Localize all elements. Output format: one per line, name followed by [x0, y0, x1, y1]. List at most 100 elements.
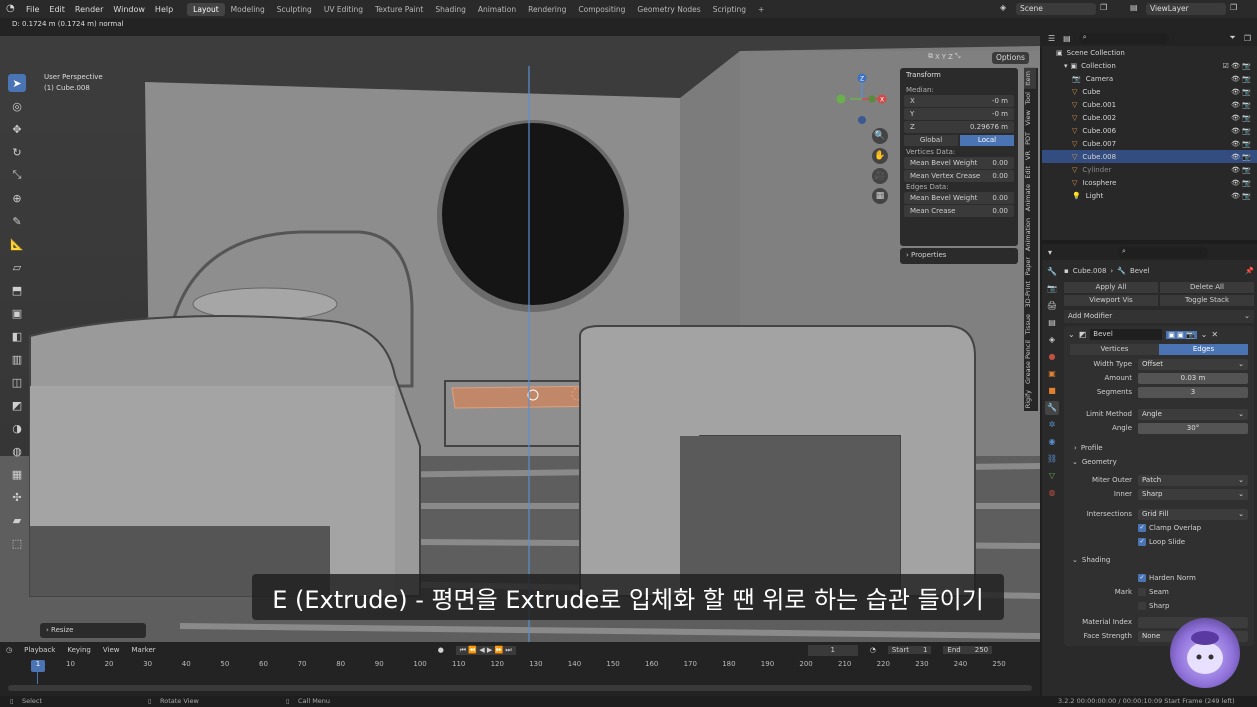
- add-cube-tool-icon[interactable]: ▱: [8, 258, 26, 276]
- outliner-item[interactable]: ▽ Cube.002 👁 📷: [1042, 111, 1257, 124]
- outliner-item[interactable]: ▽ Cube 👁 📷: [1042, 85, 1257, 98]
- outliner-item[interactable]: 📷 Camera 👁 📷: [1042, 72, 1257, 85]
- tab-rendering[interactable]: Rendering: [522, 3, 572, 16]
- options-dropdown[interactable]: Options: [992, 52, 1029, 64]
- render-props-icon[interactable]: 📷: [1045, 282, 1059, 296]
- add-modifier-dropdown[interactable]: Add Modifier ⌄: [1064, 310, 1254, 323]
- new-collection-icon[interactable]: ❐: [1244, 34, 1251, 43]
- local-button[interactable]: Local: [960, 135, 1014, 146]
- harden-normals-row[interactable]: ✓ Harden Norm: [1064, 572, 1254, 584]
- geometry-subpanel[interactable]: ⌄ Geometry: [1064, 456, 1254, 468]
- profile-subpanel[interactable]: › Profile: [1064, 442, 1254, 454]
- navigation-gizmo[interactable]: Z X: [834, 70, 894, 130]
- inner-dropdown[interactable]: Sharp ⌄: [1138, 488, 1248, 500]
- eye-icon[interactable]: ☑ 👁 📷: [1223, 62, 1251, 70]
- outliner-scene-collection[interactable]: ▣ Scene Collection: [1042, 46, 1257, 59]
- mean-bevel-weight-field[interactable]: Mean Bevel Weight 0.00: [904, 157, 1014, 169]
- playback-controls-icon[interactable]: ⏮ ⏪ ◀ ▶ ⏩ ⏭: [455, 645, 516, 655]
- shading-subpanel[interactable]: ⌄ Shading: [1064, 554, 1254, 566]
- clamp-overlap-checkbox[interactable]: ✓: [1138, 524, 1146, 532]
- mirror-icon[interactable]: ⧉: [928, 52, 933, 61]
- extrude-tool-icon[interactable]: ⬒: [8, 281, 26, 299]
- sync-icon[interactable]: ⤡: [955, 52, 961, 61]
- median-x-field[interactable]: X -0 m: [904, 95, 1014, 107]
- clamp-overlap-row[interactable]: ✓ Clamp Overlap: [1064, 522, 1254, 534]
- delete-all-button[interactable]: Delete All: [1160, 282, 1254, 293]
- select-box-tool-icon[interactable]: ➤: [8, 74, 26, 92]
- menu-edit[interactable]: Edit: [49, 5, 65, 14]
- outliner-item[interactable]: 💡 Light 👁 📷: [1042, 189, 1257, 202]
- menu-render[interactable]: Render: [75, 5, 103, 14]
- collection-props-icon[interactable]: ▣: [1045, 367, 1059, 381]
- shrink-fatten-tool-icon[interactable]: ✣: [8, 488, 26, 506]
- current-frame-field[interactable]: 1: [807, 644, 858, 656]
- outliner-search-input[interactable]: ⌕: [1078, 32, 1169, 44]
- world-props-icon[interactable]: ●: [1045, 350, 1059, 364]
- rotate-tool-icon[interactable]: ↻: [8, 143, 26, 161]
- mean-crease-field[interactable]: Mean Crease 0.00: [904, 205, 1014, 217]
- gizmo-negy-icon[interactable]: [868, 95, 876, 103]
- loop-slide-checkbox[interactable]: ✓: [1138, 538, 1146, 546]
- annotate-tool-icon[interactable]: ✎: [8, 212, 26, 230]
- limit-method-dropdown[interactable]: Angle ⌄: [1138, 408, 1248, 420]
- filter-icon[interactable]: ⏷: [1229, 33, 1235, 43]
- tab-texture-paint[interactable]: Texture Paint: [369, 3, 429, 16]
- vtab-edit[interactable]: Edit: [1024, 163, 1036, 182]
- particles-props-icon[interactable]: ✲: [1045, 418, 1059, 432]
- edge-slide-tool-icon[interactable]: ▦: [8, 465, 26, 483]
- toggle-stack-button[interactable]: Toggle Stack: [1160, 295, 1254, 306]
- editor-type-icon[interactable]: ☰: [1048, 34, 1055, 43]
- tool-props-icon[interactable]: 🔧: [1045, 265, 1059, 279]
- tab-scripting[interactable]: Scripting: [707, 3, 752, 16]
- properties-subpanel[interactable]: › Properties: [900, 248, 1018, 264]
- measure-tool-icon[interactable]: 📐: [8, 235, 26, 253]
- seam-checkbox[interactable]: [1138, 588, 1146, 596]
- axis-x-toggle[interactable]: X: [935, 53, 940, 61]
- tab-sculpting[interactable]: Sculpting: [271, 3, 318, 16]
- modifier-props-icon[interactable]: 🔧: [1045, 401, 1059, 415]
- physics-props-icon[interactable]: ◉: [1045, 435, 1059, 449]
- end-frame-field[interactable]: End 250: [943, 646, 993, 654]
- vtab-vr[interactable]: VR: [1024, 148, 1036, 163]
- menu-window[interactable]: Window: [113, 5, 145, 14]
- edges-button[interactable]: Edges: [1159, 344, 1248, 355]
- transform-tool-icon[interactable]: ⊕: [8, 189, 26, 207]
- vtab-grease-pencil[interactable]: Grease Pencil: [1024, 337, 1036, 387]
- inset-tool-icon[interactable]: ▣: [8, 304, 26, 322]
- spin-tool-icon[interactable]: ◑: [8, 419, 26, 437]
- playback-menu[interactable]: Playback: [24, 646, 55, 654]
- modifier-close-icon[interactable]: ✕: [1211, 330, 1218, 339]
- new-view-layer-icon[interactable]: ❐: [1230, 3, 1237, 12]
- tab-shading[interactable]: Shading: [429, 3, 471, 16]
- start-frame-field[interactable]: Start 1: [887, 646, 932, 654]
- timeline-view-menu[interactable]: View: [103, 646, 120, 654]
- timeline-ruler[interactable]: 1 10 20 30 40 50 60 70 80 90 100 110 120 130 140 150 16…: [0, 660, 1040, 672]
- vtab-tissue[interactable]: Tissue: [1024, 311, 1036, 337]
- visibility-icon[interactable]: 👁 📷: [1231, 192, 1251, 200]
- camera-view-icon[interactable]: 🎥: [872, 168, 888, 184]
- cursor-tool-icon[interactable]: ◎: [8, 97, 26, 115]
- marker-menu[interactable]: Marker: [131, 646, 155, 654]
- add-workspace-button[interactable]: +: [752, 3, 770, 16]
- record-icon[interactable]: ●: [438, 646, 444, 654]
- properties-search-input[interactable]: ⌕: [1118, 246, 1209, 258]
- visibility-icon[interactable]: 👁 📷: [1231, 88, 1251, 96]
- amount-field[interactable]: 0.03 m: [1138, 372, 1248, 384]
- global-button[interactable]: Global: [904, 135, 958, 146]
- visibility-icon[interactable]: 👁 📷: [1231, 179, 1251, 187]
- outliner-item[interactable]: ▽ Icosphere 👁 📷: [1042, 176, 1257, 189]
- apply-all-button[interactable]: Apply All: [1064, 282, 1158, 293]
- visibility-icon[interactable]: 👁 📷: [1231, 114, 1251, 122]
- timeline-scrollbar[interactable]: [8, 685, 1032, 691]
- keying-menu[interactable]: Keying: [67, 646, 91, 654]
- median-y-field[interactable]: Y -0 m: [904, 108, 1014, 120]
- playhead-marker[interactable]: 1: [31, 660, 45, 672]
- data-props-icon[interactable]: ▽: [1045, 469, 1059, 483]
- vtab-animation[interactable]: Animation: [1024, 215, 1036, 254]
- miter-outer-dropdown[interactable]: Patch ⌄: [1138, 474, 1248, 486]
- outliner-item[interactable]: ▽ Cube.008 👁 📷: [1042, 150, 1257, 163]
- tab-modeling[interactable]: Modeling: [225, 3, 271, 16]
- editor-type-icon[interactable]: ◷: [6, 646, 12, 654]
- shear-tool-icon[interactable]: ▰: [8, 511, 26, 529]
- tab-layout[interactable]: Layout: [187, 2, 225, 16]
